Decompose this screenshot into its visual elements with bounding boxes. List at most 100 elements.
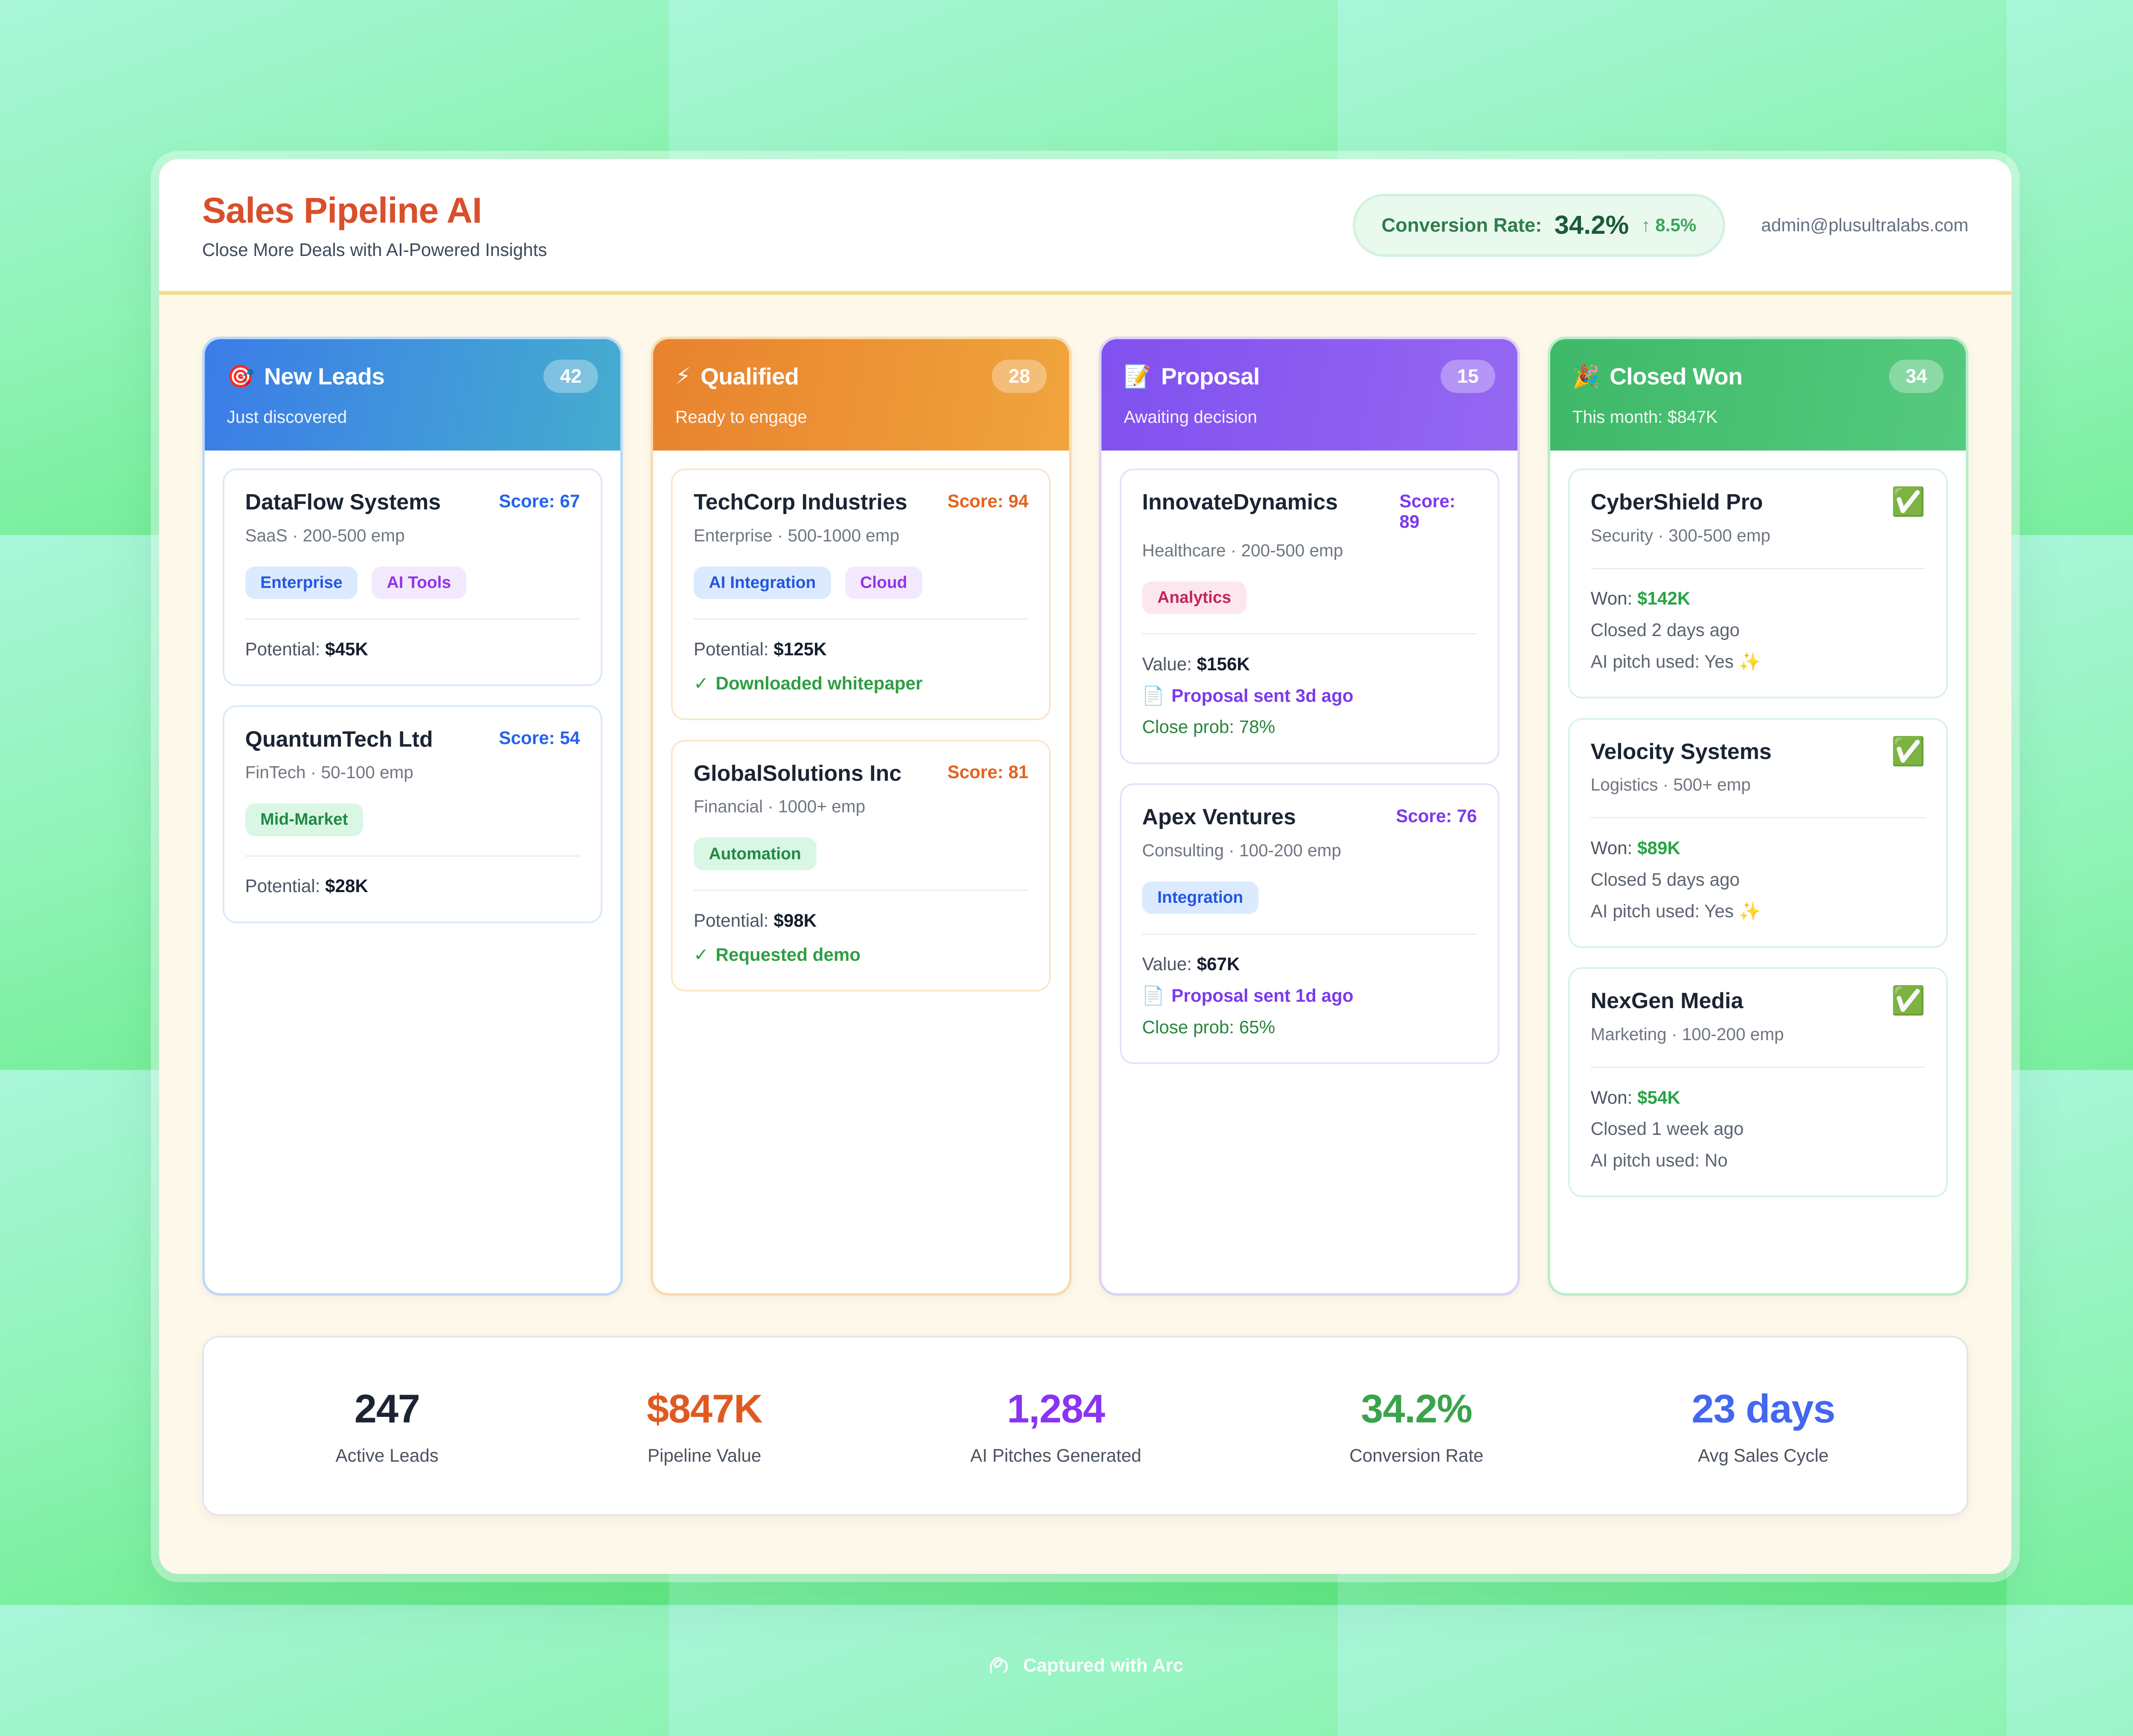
tag-analytics: Analytics [1142, 582, 1246, 614]
lead-card-apexventures[interactable]: Apex Ventures Score: 76 Consulting · 100… [1120, 783, 1499, 1064]
won-row: Won: $89K [1591, 832, 1926, 864]
document-icon: 📄 [1142, 686, 1165, 706]
lead-score: Score: 81 [947, 759, 1029, 782]
proposal-text: Proposal sent 1d ago [1171, 986, 1354, 1006]
lead-meta: FinTech · 50-100 emp [245, 759, 580, 785]
summary-stats-bar: 247 Active Leads $847K Pipeline Value 1,… [202, 1336, 1969, 1516]
won-value: $89K [1637, 838, 1680, 858]
column-title: New Leads [264, 363, 384, 390]
value-row: Value: $67K [1142, 948, 1477, 980]
column-subtitle: This month: $847K [1572, 407, 1944, 427]
lead-card-techcorp[interactable]: TechCorp Industries Score: 94 Enterprise… [671, 468, 1051, 721]
user-email: admin@plusultralabs.com [1761, 215, 1968, 236]
column-closed-won-header: 🎉 Closed Won 34 This month: $847K [1550, 339, 1966, 451]
column-count-badge: 34 [1889, 360, 1944, 393]
column-subtitle: Ready to engage [675, 407, 1047, 427]
app-panel: Sales Pipeline AI Close More Deals with … [159, 159, 2011, 1574]
potential-label: Potential: [245, 876, 320, 896]
lead-card-velocity[interactable]: Velocity Systems ✅ Logistics · 500+ emp … [1568, 718, 1948, 948]
won-label: Won: [1591, 588, 1633, 608]
lead-score: Score: 94 [947, 488, 1029, 511]
column-new-leads-body: DataFlow Systems Score: 67 SaaS · 200-50… [205, 451, 620, 1294]
conversion-rate-value: 34.2% [1555, 210, 1629, 240]
column-qualified: ⚡ Qualified 28 Ready to engage TechCorp … [651, 337, 1071, 1296]
stat-pipeline-value: $847K Pipeline Value [647, 1386, 762, 1466]
card-divider [245, 855, 580, 857]
potential-value: $45K [325, 639, 368, 659]
column-count-badge: 42 [543, 360, 598, 393]
stat-label: Pipeline Value [647, 1445, 762, 1466]
potential-value: $98K [774, 910, 817, 931]
column-title: Qualified [700, 363, 799, 390]
card-divider [1142, 633, 1477, 634]
column-qualified-header: ⚡ Qualified 28 Ready to engage [653, 339, 1069, 451]
lead-name: Apex Ventures [1142, 803, 1385, 832]
activity-text: Downloaded whitepaper [716, 673, 923, 693]
stat-value: 247 [336, 1386, 439, 1432]
captured-with-arc-watermark: Captured with Arc [0, 1653, 2133, 1678]
value-label: Value: [1142, 654, 1191, 674]
column-closed-won-body: CyberShield Pro ✅ Security · 300-500 emp… [1550, 451, 1966, 1294]
lead-card-nexgen[interactable]: NexGen Media ✅ Marketing · 100-200 emp W… [1568, 967, 1948, 1197]
potential-row: Potential: $28K [245, 870, 580, 902]
lead-name: CyberShield Pro [1591, 488, 1880, 517]
stat-value: 34.2% [1349, 1386, 1483, 1432]
potential-row: Potential: $98K [694, 905, 1029, 936]
watermark-text: Captured with Arc [1023, 1655, 1183, 1676]
lead-card-quantumtech[interactable]: QuantumTech Ltd Score: 54 FinTech · 50-1… [223, 705, 602, 923]
card-divider [1591, 1067, 1926, 1068]
tag-mid-market: Mid-Market [245, 803, 363, 836]
lead-name: GlobalSolutions Inc [694, 759, 936, 788]
close-prob-row: Close prob: 78% [1142, 711, 1477, 743]
tag-automation: Automation [694, 837, 817, 870]
ai-pitch-row: AI pitch used: Yes ✨ [1591, 646, 1926, 678]
value-label: Value: [1142, 954, 1191, 974]
activity-text: Requested demo [716, 945, 861, 965]
conversion-rate-pill: Conversion Rate: 34.2% ↑ 8.5% [1353, 194, 1725, 257]
activity-row: ✓ Downloaded whitepaper [694, 668, 1029, 699]
party-icon: 🎉 [1572, 363, 1600, 390]
check-icon: ✓ [694, 673, 709, 693]
column-title: Proposal [1161, 363, 1260, 390]
potential-label: Potential: [245, 639, 320, 659]
stat-label: Conversion Rate [1349, 1445, 1483, 1466]
pipeline-content: 🎯 New Leads 42 Just discovered DataFlow … [159, 295, 2011, 1574]
check-icon: ✓ [694, 945, 709, 965]
lead-score: Score: 89 [1399, 488, 1477, 532]
lead-name: DataFlow Systems [245, 488, 488, 517]
proposal-row: 📄Proposal sent 3d ago [1142, 680, 1477, 712]
won-label: Won: [1591, 838, 1633, 858]
lead-name: NexGen Media [1591, 987, 1880, 1015]
column-count-badge: 28 [992, 360, 1046, 393]
tag-integration: Integration [1142, 881, 1258, 914]
lead-meta: Logistics · 500+ emp [1591, 772, 1926, 798]
page-title: Sales Pipeline AI [202, 190, 547, 231]
conversion-rate-delta: ↑ 8.5% [1641, 215, 1696, 236]
column-title: Closed Won [1610, 363, 1742, 390]
stat-active-leads: 247 Active Leads [336, 1386, 439, 1466]
lead-score: Score: 54 [499, 725, 580, 748]
won-row: Won: $54K [1591, 1082, 1926, 1114]
lead-meta: SaaS · 200-500 emp [245, 523, 580, 549]
lead-card-cybershield[interactable]: CyberShield Pro ✅ Security · 300-500 emp… [1568, 468, 1948, 698]
lead-name: InnovateDynamics [1142, 488, 1388, 517]
won-value: $54K [1637, 1088, 1680, 1108]
lead-card-innovatedynamics[interactable]: InnovateDynamics Score: 89 Healthcare · … [1120, 468, 1499, 764]
column-subtitle: Awaiting decision [1124, 407, 1495, 427]
app-header: Sales Pipeline AI Close More Deals with … [159, 159, 2011, 295]
card-divider [694, 890, 1029, 891]
lead-score: Score: 76 [1396, 803, 1477, 826]
lightning-icon: ⚡ [675, 363, 691, 389]
conversion-rate-label: Conversion Rate: [1381, 214, 1542, 236]
column-qualified-body: TechCorp Industries Score: 94 Enterprise… [653, 451, 1069, 1294]
tag-enterprise: Enterprise [245, 567, 358, 599]
potential-label: Potential: [694, 639, 769, 659]
target-icon: 🎯 [227, 363, 255, 390]
lead-meta: Enterprise · 500-1000 emp [694, 523, 1029, 549]
title-block: Sales Pipeline AI Close More Deals with … [202, 190, 547, 260]
lead-card-dataflow[interactable]: DataFlow Systems Score: 67 SaaS · 200-50… [223, 468, 602, 686]
lead-meta: Consulting · 100-200 emp [1142, 837, 1477, 864]
lead-card-globalsolutions[interactable]: GlobalSolutions Inc Score: 81 Financial … [671, 740, 1051, 992]
column-new-leads-header: 🎯 New Leads 42 Just discovered [205, 339, 620, 451]
column-count-badge: 15 [1441, 360, 1495, 393]
